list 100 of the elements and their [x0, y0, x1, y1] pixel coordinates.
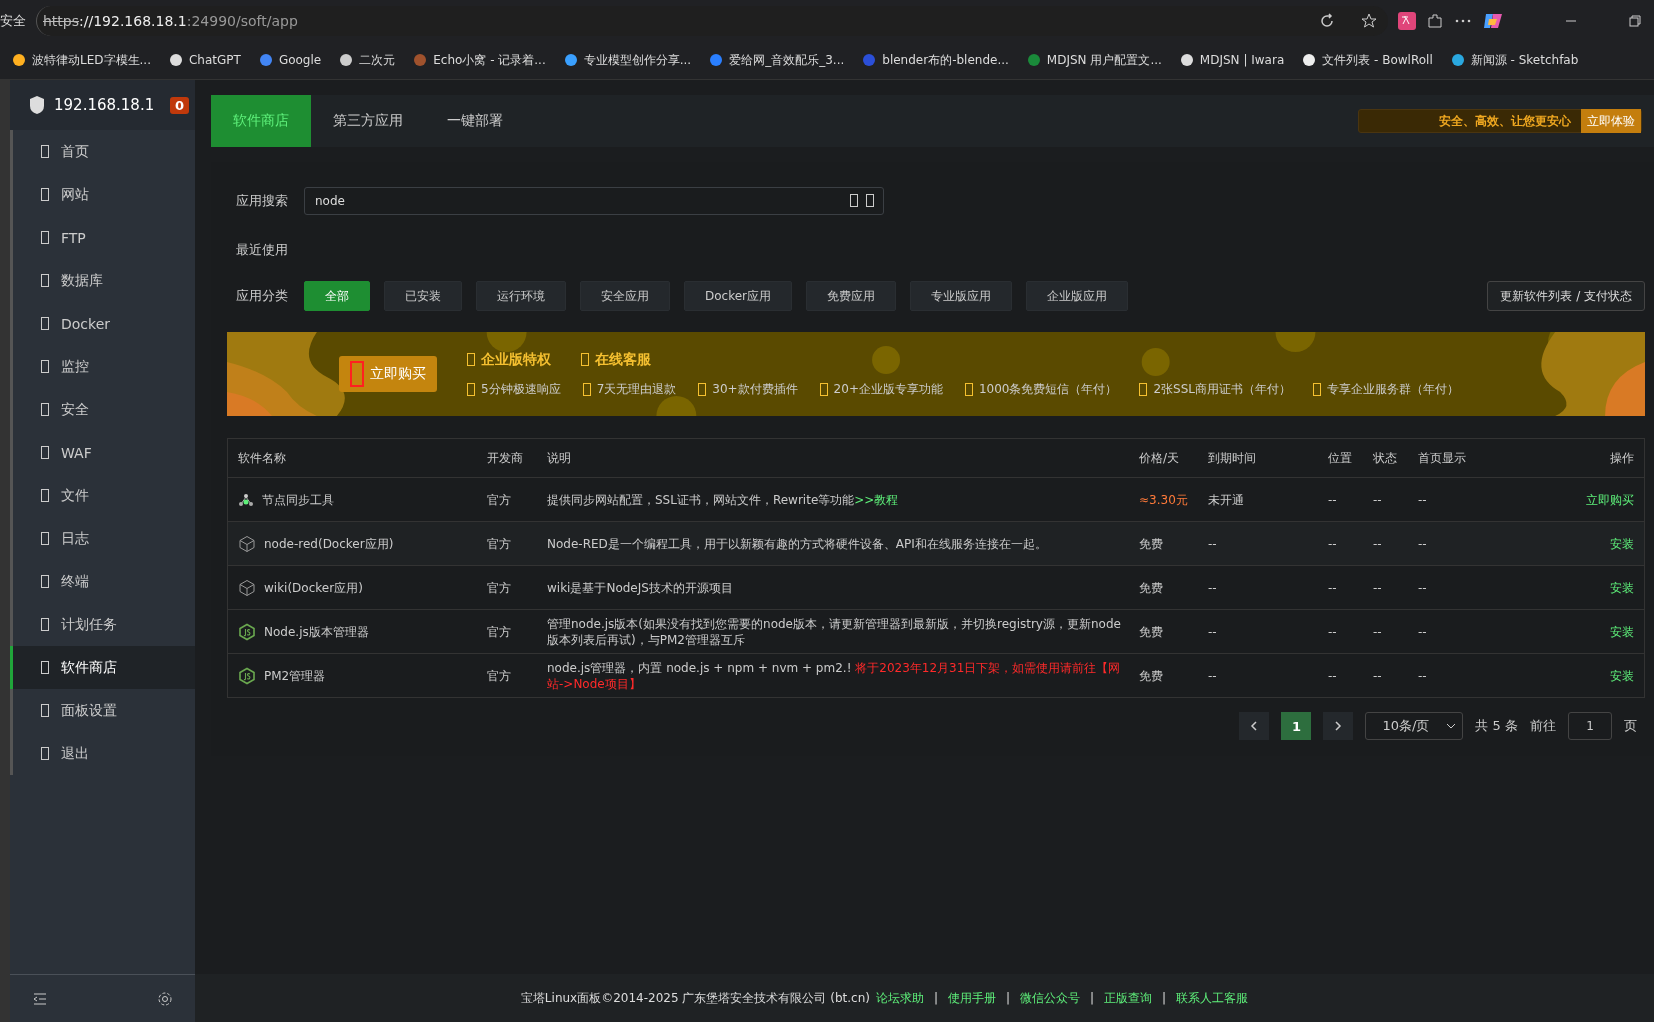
bookmark-link[interactable]: 爱给网_音效配乐_3... [709, 51, 845, 69]
sidebar-item[interactable]: WAF [10, 431, 195, 474]
column-header: 软件名称 [238, 450, 287, 466]
favicon-icon [1302, 53, 1317, 67]
recent-label: 最近使用 [236, 241, 288, 259]
sidebar-item[interactable]: 终端 [10, 560, 195, 603]
favicon-icon [1179, 53, 1194, 67]
search-field[interactable]: node [304, 187, 884, 215]
sidebar-item[interactable]: 数据库 [10, 259, 195, 302]
bookmark-link[interactable]: MDJSN | Iwara [1179, 53, 1285, 67]
missing-glyph-icon[interactable] [866, 194, 874, 207]
action-link[interactable]: 立即购买 [1491, 491, 1634, 508]
separator: | [1089, 990, 1096, 1006]
category-button[interactable]: 全部 [304, 281, 370, 311]
sidebar-item[interactable]: FTP [10, 216, 195, 259]
column-header: 到期时间 [1208, 450, 1257, 466]
table-cell-text: 管理node.js版本(如果没有找到您需要的node版本，请更新管理器到最新版，并切换registry源，更新node版本列表后再试)，与PM2管理器互斥 [547, 615, 1122, 648]
action-link[interactable]: 安装 [1491, 535, 1634, 552]
table-cell-text: -- [1328, 667, 1338, 684]
caret-icon [1446, 721, 1457, 731]
category-button[interactable]: 专业版应用 [910, 281, 1013, 311]
table-cell-text: -- [1328, 491, 1338, 508]
table-cell-text: -- [1328, 535, 1338, 552]
tab[interactable]: 第三方应用 [311, 95, 425, 147]
missing-glyph-icon[interactable] [850, 194, 858, 207]
next-page-button[interactable] [1323, 712, 1354, 740]
alert-count-badge: 0 [169, 96, 189, 114]
bookmark-link[interactable]: 新闻源 - Sketchfab [1450, 51, 1579, 69]
table-cell-text: node.js管理器，内置 node.js + npm + nvm + pm2.! 将于2023年12月31日下架，如需使用请前往【网站->Node项目】 [547, 659, 1122, 692]
footer-link[interactable]: 微信公众号 [1020, 989, 1081, 1007]
favicon-icon [1026, 53, 1041, 67]
server-host: 192.168.18.1 [54, 96, 156, 114]
table-cell-text: -- [1418, 623, 1428, 640]
favicon-icon [862, 53, 877, 67]
feature-item: 2张SSL商用证书（年付） [1139, 380, 1292, 398]
column-header: 首页显示 [1418, 450, 1467, 466]
bookmark-link[interactable]: Google [258, 53, 322, 67]
sidebar-item[interactable]: 安全 [10, 388, 195, 431]
sidebar-item[interactable]: 网站 [10, 173, 195, 216]
security-label[interactable]: 安全 [0, 11, 26, 30]
page-size-select[interactable]: 10条/页 [1365, 712, 1464, 740]
footer-link[interactable]: 使用手册 [948, 989, 996, 1007]
favicon-icon [413, 53, 428, 67]
category-button[interactable]: 运行环境 [476, 281, 566, 311]
sidebar-item[interactable]: 首页 [10, 130, 195, 173]
promo-text: 安全、高效、让您更安心 [1439, 112, 1572, 130]
action-link[interactable]: 安装 [1491, 623, 1634, 640]
bookmark-link[interactable]: 文件列表 - BowlRoll [1302, 51, 1433, 69]
sidebar-item[interactable]: 退出 [10, 732, 195, 775]
restore-icon[interactable] [1628, 13, 1642, 28]
table-cell-text: 提供同步网站配置，SSL证书，网站文件，Rewrite等功能>>教程 [547, 491, 900, 508]
column-header: 价格/天 [1139, 450, 1181, 466]
category-button[interactable]: 安全应用 [580, 281, 670, 311]
page-button[interactable]: 1 [1281, 712, 1312, 740]
bookmark-link[interactable]: blender布的-blende... [862, 51, 1009, 69]
collapse-menu-icon[interactable] [32, 991, 48, 1006]
star-icon[interactable] [1360, 11, 1378, 30]
goto-page-field[interactable]: 1 [1568, 712, 1612, 740]
prev-page-button[interactable] [1239, 712, 1270, 740]
address-bar[interactable]: https://192.168.18.1:24990/soft/app [36, 5, 1388, 36]
tab[interactable]: 一键部署 [425, 95, 525, 147]
cube-icon [238, 578, 256, 597]
sidebar-item[interactable]: 日志 [10, 517, 195, 560]
sidebar-item[interactable]: 文件 [10, 474, 195, 517]
feature-item: 专享企业服务群（年付） [1313, 380, 1460, 398]
table-cell-text: -- [1373, 535, 1383, 552]
table-cell-text: -- [1418, 579, 1428, 596]
table-cell: wiki(Docker应用) [264, 579, 363, 596]
translate-icon[interactable] [1398, 11, 1416, 30]
bookmark-link[interactable]: ChatGPT [168, 53, 241, 67]
bookmark-link[interactable]: 专业模型创作分享... [563, 51, 692, 69]
bookmark-link[interactable]: Echo小窝 - 记录着... [413, 51, 546, 69]
table-cell-text: 官方 [487, 623, 512, 640]
bookmark-link[interactable]: 二次元 [339, 51, 396, 69]
settings-icon[interactable] [157, 990, 173, 1007]
table-cell-text: -- [1208, 667, 1218, 684]
sidebar-item[interactable]: 面板设置 [10, 689, 195, 732]
favicon-icon [1450, 53, 1465, 67]
sidebar-item[interactable]: 监控 [10, 345, 195, 388]
category-button[interactable]: 免费应用 [806, 281, 897, 311]
sidebar-item[interactable]: Docker [10, 302, 195, 345]
category-button[interactable]: 已安装 [384, 281, 462, 311]
chevron-left-icon [1249, 721, 1260, 731]
action-link[interactable]: 安装 [1491, 667, 1634, 684]
sidebar-item[interactable]: 软件商店 [10, 646, 195, 689]
bookmark-link[interactable]: MDJSN 用户配置文... [1026, 51, 1162, 69]
table-cell-text: 官方 [487, 535, 512, 552]
refresh-icon[interactable] [1318, 11, 1336, 30]
table-cell-text: -- [1208, 535, 1218, 552]
update-list-button[interactable]: 更新软件列表 / 支付状态 [1487, 281, 1645, 311]
column-header: 说明 [547, 450, 572, 466]
bookmark-link[interactable]: 波特律动LED字模生... [12, 51, 151, 69]
category-button[interactable]: 企业版应用 [1026, 281, 1129, 311]
footer-link[interactable]: 正版查询 [1104, 989, 1153, 1007]
table-cell-text: -- [1418, 667, 1428, 684]
footer-link[interactable]: 论坛求助 [875, 989, 924, 1007]
footer-link[interactable]: 联系人工客服 [1176, 989, 1249, 1007]
category-button[interactable]: Docker应用 [684, 281, 793, 311]
action-link[interactable]: 安装 [1491, 579, 1634, 596]
table-cell-text: 免费 [1139, 667, 1164, 684]
